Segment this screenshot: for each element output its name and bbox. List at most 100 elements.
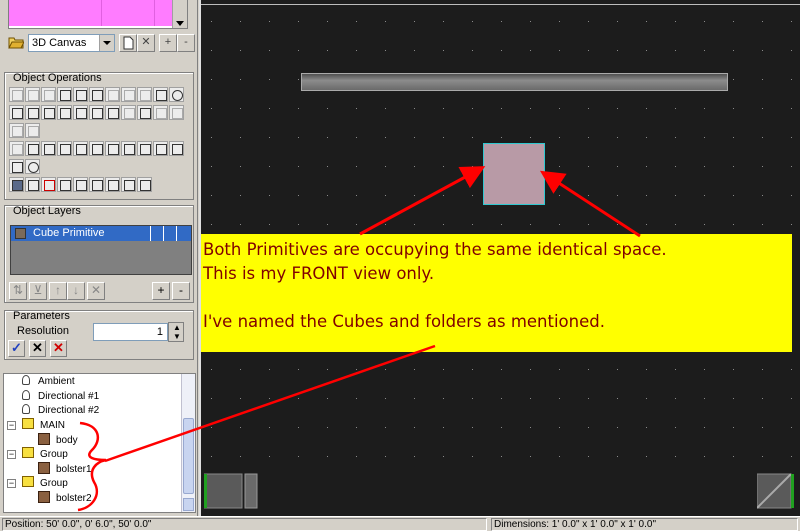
color-swatch-strip[interactable] [9,0,172,26]
operation-icon[interactable] [153,87,168,102]
operation-icon[interactable] [169,105,184,120]
operation-icon[interactable] [9,105,24,120]
layer-list[interactable]: Cube Primitive [10,225,192,275]
operation-icon[interactable] [137,141,152,156]
operation-icon[interactable] [9,87,24,102]
layer-item[interactable]: Cube Primitive [11,226,191,241]
resolution-spinner[interactable]: ▲ ▼ [168,322,184,342]
operation-icon[interactable] [121,87,136,102]
view-cube-right-icon[interactable] [757,472,797,510]
preview-scrollbar[interactable] [172,0,187,28]
operation-icon[interactable] [25,159,40,174]
grid-dot [211,456,212,457]
operation-icon[interactable] [121,105,136,120]
cancel-icon[interactable]: ✕ [29,340,46,357]
scroll-down-icon[interactable] [183,498,194,511]
grid-dot [472,50,473,51]
operation-icon[interactable] [137,105,152,120]
grid-dot [791,21,792,22]
add-small-button[interactable]: + [159,34,177,52]
operation-icon[interactable] [153,105,168,120]
delete-x-icon[interactable]: ✕ [137,34,155,52]
view-cube-left-icon[interactable] [204,472,258,510]
operation-icon[interactable] [25,177,40,192]
operation-icon[interactable] [89,87,104,102]
operation-icon[interactable] [57,141,72,156]
grid-dot [675,427,676,428]
tree-item[interactable]: Group [22,476,68,490]
operation-icon[interactable] [41,177,56,192]
move-up-icon[interactable]: ↑ [49,282,67,300]
operation-icon[interactable] [57,87,72,102]
operation-icon[interactable] [9,141,24,156]
operation-icon[interactable] [89,141,104,156]
remove-small-button[interactable]: - [177,34,195,52]
operation-icon[interactable] [41,141,56,156]
canvas-dropdown[interactable]: 3D Canvas [28,34,115,52]
operation-icon[interactable] [9,159,24,174]
delete-red-icon[interactable]: ✕ [50,340,67,357]
operation-icon[interactable] [25,105,40,120]
operation-icon[interactable] [105,177,120,192]
operation-icon[interactable] [73,105,88,120]
collapse-icon[interactable]: − [7,479,16,488]
operation-icon[interactable] [41,105,56,120]
operation-icon[interactable] [73,87,88,102]
tree-item[interactable]: bolster2 [38,491,92,505]
tree-item[interactable]: Ambient [22,375,75,389]
swap-icon[interactable]: ⇅ [9,282,27,300]
operation-icon[interactable] [89,177,104,192]
spin-up-icon[interactable]: ▲ [173,324,181,332]
operation-icon[interactable] [9,123,24,138]
operation-icon[interactable] [41,87,56,102]
operation-icon[interactable] [105,141,120,156]
delete-layer-icon[interactable]: ✕ [87,282,105,300]
operation-icon[interactable] [105,87,120,102]
tree-item[interactable]: Directional #2 [22,404,99,418]
move-down-icon[interactable]: ↓ [67,282,85,300]
operation-icon[interactable] [89,105,104,120]
cube-primitive[interactable] [483,143,545,205]
operation-icon[interactable] [73,177,88,192]
operation-icon[interactable] [137,87,152,102]
operation-icon[interactable] [169,87,184,102]
add-layer-button[interactable]: + [152,282,170,300]
collapse-icon[interactable]: − [7,450,16,459]
operation-icon[interactable] [73,141,88,156]
grid-dot [443,224,444,225]
operation-icon[interactable] [137,177,152,192]
operation-icon[interactable] [25,141,40,156]
operation-icon[interactable] [57,177,72,192]
tree-item[interactable]: Directional #1 [22,390,99,404]
operation-icon[interactable] [121,141,136,156]
operation-icon[interactable] [153,141,168,156]
collapse-icon[interactable]: − [7,421,16,430]
open-folder-icon[interactable] [8,36,24,49]
tree-item[interactable]: bolster1 [38,462,92,476]
operation-icon[interactable] [9,177,24,192]
chevron-down-icon[interactable] [99,35,114,51]
spin-down-icon[interactable]: ▼ [173,333,181,341]
apply-icon[interactable]: ✓ [8,340,25,357]
scene-tree[interactable]: Ambient Directional #1 Directional #2 − … [3,373,196,513]
operation-icon[interactable] [169,141,184,156]
grid-dot [588,50,589,51]
resolution-input[interactable]: 1 [93,323,168,341]
operation-icon[interactable] [105,105,120,120]
bar-primitive[interactable] [301,73,728,91]
grid-dot [530,369,531,370]
operation-icon[interactable] [121,177,136,192]
scroll-thumb[interactable] [183,418,194,494]
operation-icon[interactable] [25,87,40,102]
operation-icon[interactable] [57,105,72,120]
grid-dot [733,21,734,22]
operation-icon[interactable] [25,123,40,138]
grid-dot [472,369,473,370]
merge-icon[interactable]: ⊻ [29,282,47,300]
tree-item[interactable]: MAIN [22,418,65,432]
remove-layer-button[interactable]: - [172,282,190,300]
tree-scrollbar[interactable] [181,374,195,512]
tree-item[interactable]: Group [22,447,68,461]
new-page-icon[interactable] [119,34,137,52]
tree-item[interactable]: body [38,433,78,447]
